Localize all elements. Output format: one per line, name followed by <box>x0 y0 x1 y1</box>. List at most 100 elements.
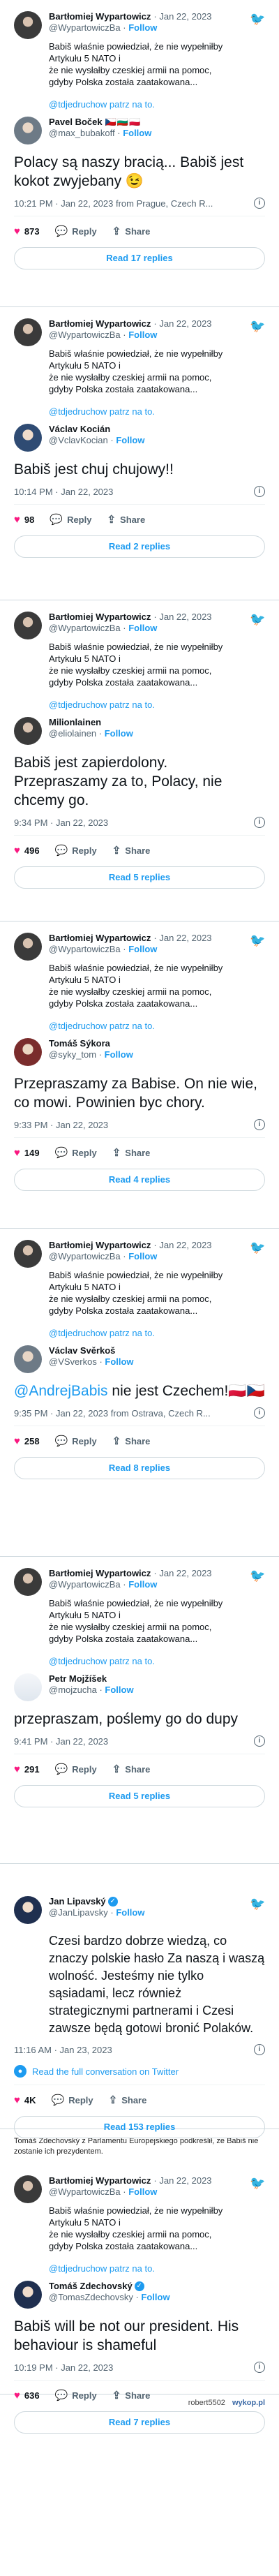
follow-button[interactable]: Follow <box>123 128 151 138</box>
author-name[interactable]: Tomáš Zdechovský <box>49 2281 133 2292</box>
author-handle[interactable]: @VSverkos <box>49 1356 97 1367</box>
author-handle[interactable]: @eliolainen <box>49 728 96 739</box>
read-replies-button[interactable]: Read 7 replies <box>14 2411 265 2434</box>
tweet-time[interactable]: 9:34 PM · Jan 22, 2023 <box>14 817 108 828</box>
mention-text[interactable]: @tdjedruchow patrz na to. <box>49 1328 265 1338</box>
quoted-date[interactable]: Jan 22, 2023 <box>159 2175 211 2186</box>
avatar[interactable] <box>14 11 42 39</box>
avatar[interactable] <box>14 1038 42 1066</box>
like-button[interactable]: ♥ 636 <box>14 2390 40 2401</box>
read-conversation-link[interactable]: ● Read the full conversation on Twitter <box>14 2065 265 2078</box>
quoted-author-name[interactable]: Bartłomiej Wypartowicz <box>49 11 151 22</box>
quoted-tweet[interactable]: Bartłomiej Wypartowicz · Jan 22, 2023 @W… <box>14 318 265 417</box>
tweet-time[interactable]: 11:16 AM · Jan 23, 2023 <box>14 2045 112 2055</box>
info-icon[interactable]: i <box>254 2362 265 2373</box>
twitter-bird-icon[interactable]: 🐦 <box>250 1897 265 1910</box>
mention-text[interactable]: @tdjedruchow patrz na to. <box>49 1021 265 1031</box>
quoted-date[interactable]: Jan 22, 2023 <box>159 1240 211 1250</box>
quoted-date[interactable]: Jan 22, 2023 <box>159 933 211 943</box>
read-replies-button[interactable]: Read 4 replies <box>14 1169 265 1191</box>
follow-button[interactable]: Follow <box>105 1685 133 1695</box>
reply-button[interactable]: 💬 Reply <box>55 1435 97 1447</box>
tweet-time[interactable]: 10:14 PM · Jan 22, 2023 <box>14 487 113 497</box>
info-icon[interactable]: i <box>254 486 265 497</box>
read-replies-button[interactable]: Read 2 replies <box>14 535 265 558</box>
follow-button[interactable]: Follow <box>128 2186 157 2197</box>
quoted-handle[interactable]: @WypartowiczBa <box>49 330 121 340</box>
reply-button[interactable]: 💬 Reply <box>50 513 91 526</box>
mention-text[interactable]: @tdjedruchow patrz na to. <box>49 99 265 110</box>
like-button[interactable]: ♥ 291 <box>14 1763 40 1775</box>
author-handle[interactable]: @max_bubakoff <box>49 128 115 138</box>
avatar[interactable] <box>14 318 42 346</box>
follow-button[interactable]: Follow <box>105 1356 133 1367</box>
like-button[interactable]: ♥ 98 <box>14 514 34 526</box>
reply-button[interactable]: 💬 Reply <box>55 2389 97 2401</box>
quoted-tweet[interactable]: Bartłomiej Wypartowicz · Jan 22, 2023 @W… <box>14 11 265 110</box>
follow-button[interactable]: Follow <box>128 1251 157 1261</box>
quoted-date[interactable]: Jan 22, 2023 <box>159 1568 211 1578</box>
read-replies-button[interactable]: Read 5 replies <box>14 1785 265 1807</box>
share-button[interactable]: ⇪ Share <box>112 1435 151 1447</box>
mention-text[interactable]: @tdjedruchow patrz na to. <box>49 2263 265 2274</box>
like-button[interactable]: ♥ 873 <box>14 225 40 237</box>
author-handle[interactable]: @JanLipavsky <box>49 1907 108 1918</box>
quoted-date[interactable]: Jan 22, 2023 <box>159 318 211 329</box>
avatar[interactable] <box>14 117 42 145</box>
avatar[interactable] <box>14 2175 42 2203</box>
follow-button[interactable]: Follow <box>116 435 144 445</box>
follow-button[interactable]: Follow <box>128 623 157 633</box>
like-button[interactable]: ♥ 149 <box>14 1147 40 1159</box>
reply-button[interactable]: 💬 Reply <box>55 1146 97 1159</box>
quoted-date[interactable]: Jan 22, 2023 <box>159 612 211 622</box>
read-replies-button[interactable]: Read 153 replies <box>14 2116 265 2138</box>
quoted-author-name[interactable]: Bartłomiej Wypartowicz <box>49 933 151 944</box>
tweet-time[interactable]: 10:19 PM · Jan 22, 2023 <box>14 2362 113 2373</box>
info-icon[interactable]: i <box>254 1119 265 1130</box>
quoted-author-name[interactable]: Bartłomiej Wypartowicz <box>49 612 151 623</box>
avatar[interactable] <box>14 1896 42 1924</box>
avatar[interactable] <box>14 933 42 961</box>
quoted-handle[interactable]: @WypartowiczBa <box>49 623 121 633</box>
like-button[interactable]: ♥ 496 <box>14 845 40 857</box>
share-button[interactable]: ⇪ Share <box>112 225 151 237</box>
author-handle[interactable]: @TomasZdechovsky <box>49 2292 133 2302</box>
avatar[interactable] <box>14 1568 42 1596</box>
share-button[interactable]: ⇪ Share <box>112 2389 151 2401</box>
tweet-time[interactable]: 9:33 PM · Jan 22, 2023 <box>14 1120 108 1130</box>
share-button[interactable]: ⇪ Share <box>112 844 151 857</box>
quoted-handle[interactable]: @WypartowiczBa <box>49 1579 121 1590</box>
avatar[interactable] <box>14 2281 42 2309</box>
tweet-time[interactable]: 9:41 PM · Jan 22, 2023 <box>14 1736 108 1747</box>
tweet-time[interactable]: 9:35 PM · Jan 22, 2023 from Ostrava, Cze… <box>14 1408 211 1419</box>
avatar[interactable] <box>14 1345 42 1373</box>
share-button[interactable]: ⇪ Share <box>112 1763 151 1775</box>
quoted-handle[interactable]: @WypartowiczBa <box>49 2186 121 2197</box>
share-button[interactable]: ⇪ Share <box>107 513 145 526</box>
like-button[interactable]: ♥ 4K <box>14 2094 36 2106</box>
author-name[interactable]: Jan Lipavský <box>49 1896 106 1907</box>
like-button[interactable]: ♥ 258 <box>14 1435 40 1447</box>
author-name[interactable]: Pavel Boček <box>49 117 103 128</box>
quoted-date[interactable]: Jan 22, 2023 <box>159 11 211 22</box>
read-replies-button[interactable]: Read 17 replies <box>14 247 265 269</box>
tweet-time[interactable]: 10:21 PM · Jan 22, 2023 from Prague, Cze… <box>14 198 213 209</box>
author-name[interactable]: Václav Kocián <box>49 424 110 435</box>
quoted-tweet[interactable]: Bartłomiej Wypartowicz · Jan 22, 2023 @W… <box>14 2175 265 2274</box>
follow-button[interactable]: Follow <box>128 330 157 340</box>
info-icon[interactable]: i <box>254 2044 265 2055</box>
share-button[interactable]: ⇪ Share <box>109 2094 147 2106</box>
author-name[interactable]: Milionlainen <box>49 717 101 728</box>
info-icon[interactable]: i <box>254 198 265 209</box>
reply-button[interactable]: 💬 Reply <box>52 2094 93 2106</box>
quoted-handle[interactable]: @WypartowiczBa <box>49 944 121 954</box>
author-handle[interactable]: @VclavKocian <box>49 435 108 445</box>
author-name[interactable]: Václav Svěrkoš <box>49 1345 115 1356</box>
avatar[interactable] <box>14 424 42 452</box>
quoted-tweet[interactable]: Bartłomiej Wypartowicz · Jan 22, 2023 @W… <box>14 1240 265 1338</box>
quoted-author-name[interactable]: Bartłomiej Wypartowicz <box>49 318 151 330</box>
follow-button[interactable]: Follow <box>116 1907 144 1918</box>
quoted-author-name[interactable]: Bartłomiej Wypartowicz <box>49 1568 151 1579</box>
follow-button[interactable]: Follow <box>128 944 157 954</box>
mention-text[interactable]: @tdjedruchow patrz na to. <box>49 406 265 417</box>
